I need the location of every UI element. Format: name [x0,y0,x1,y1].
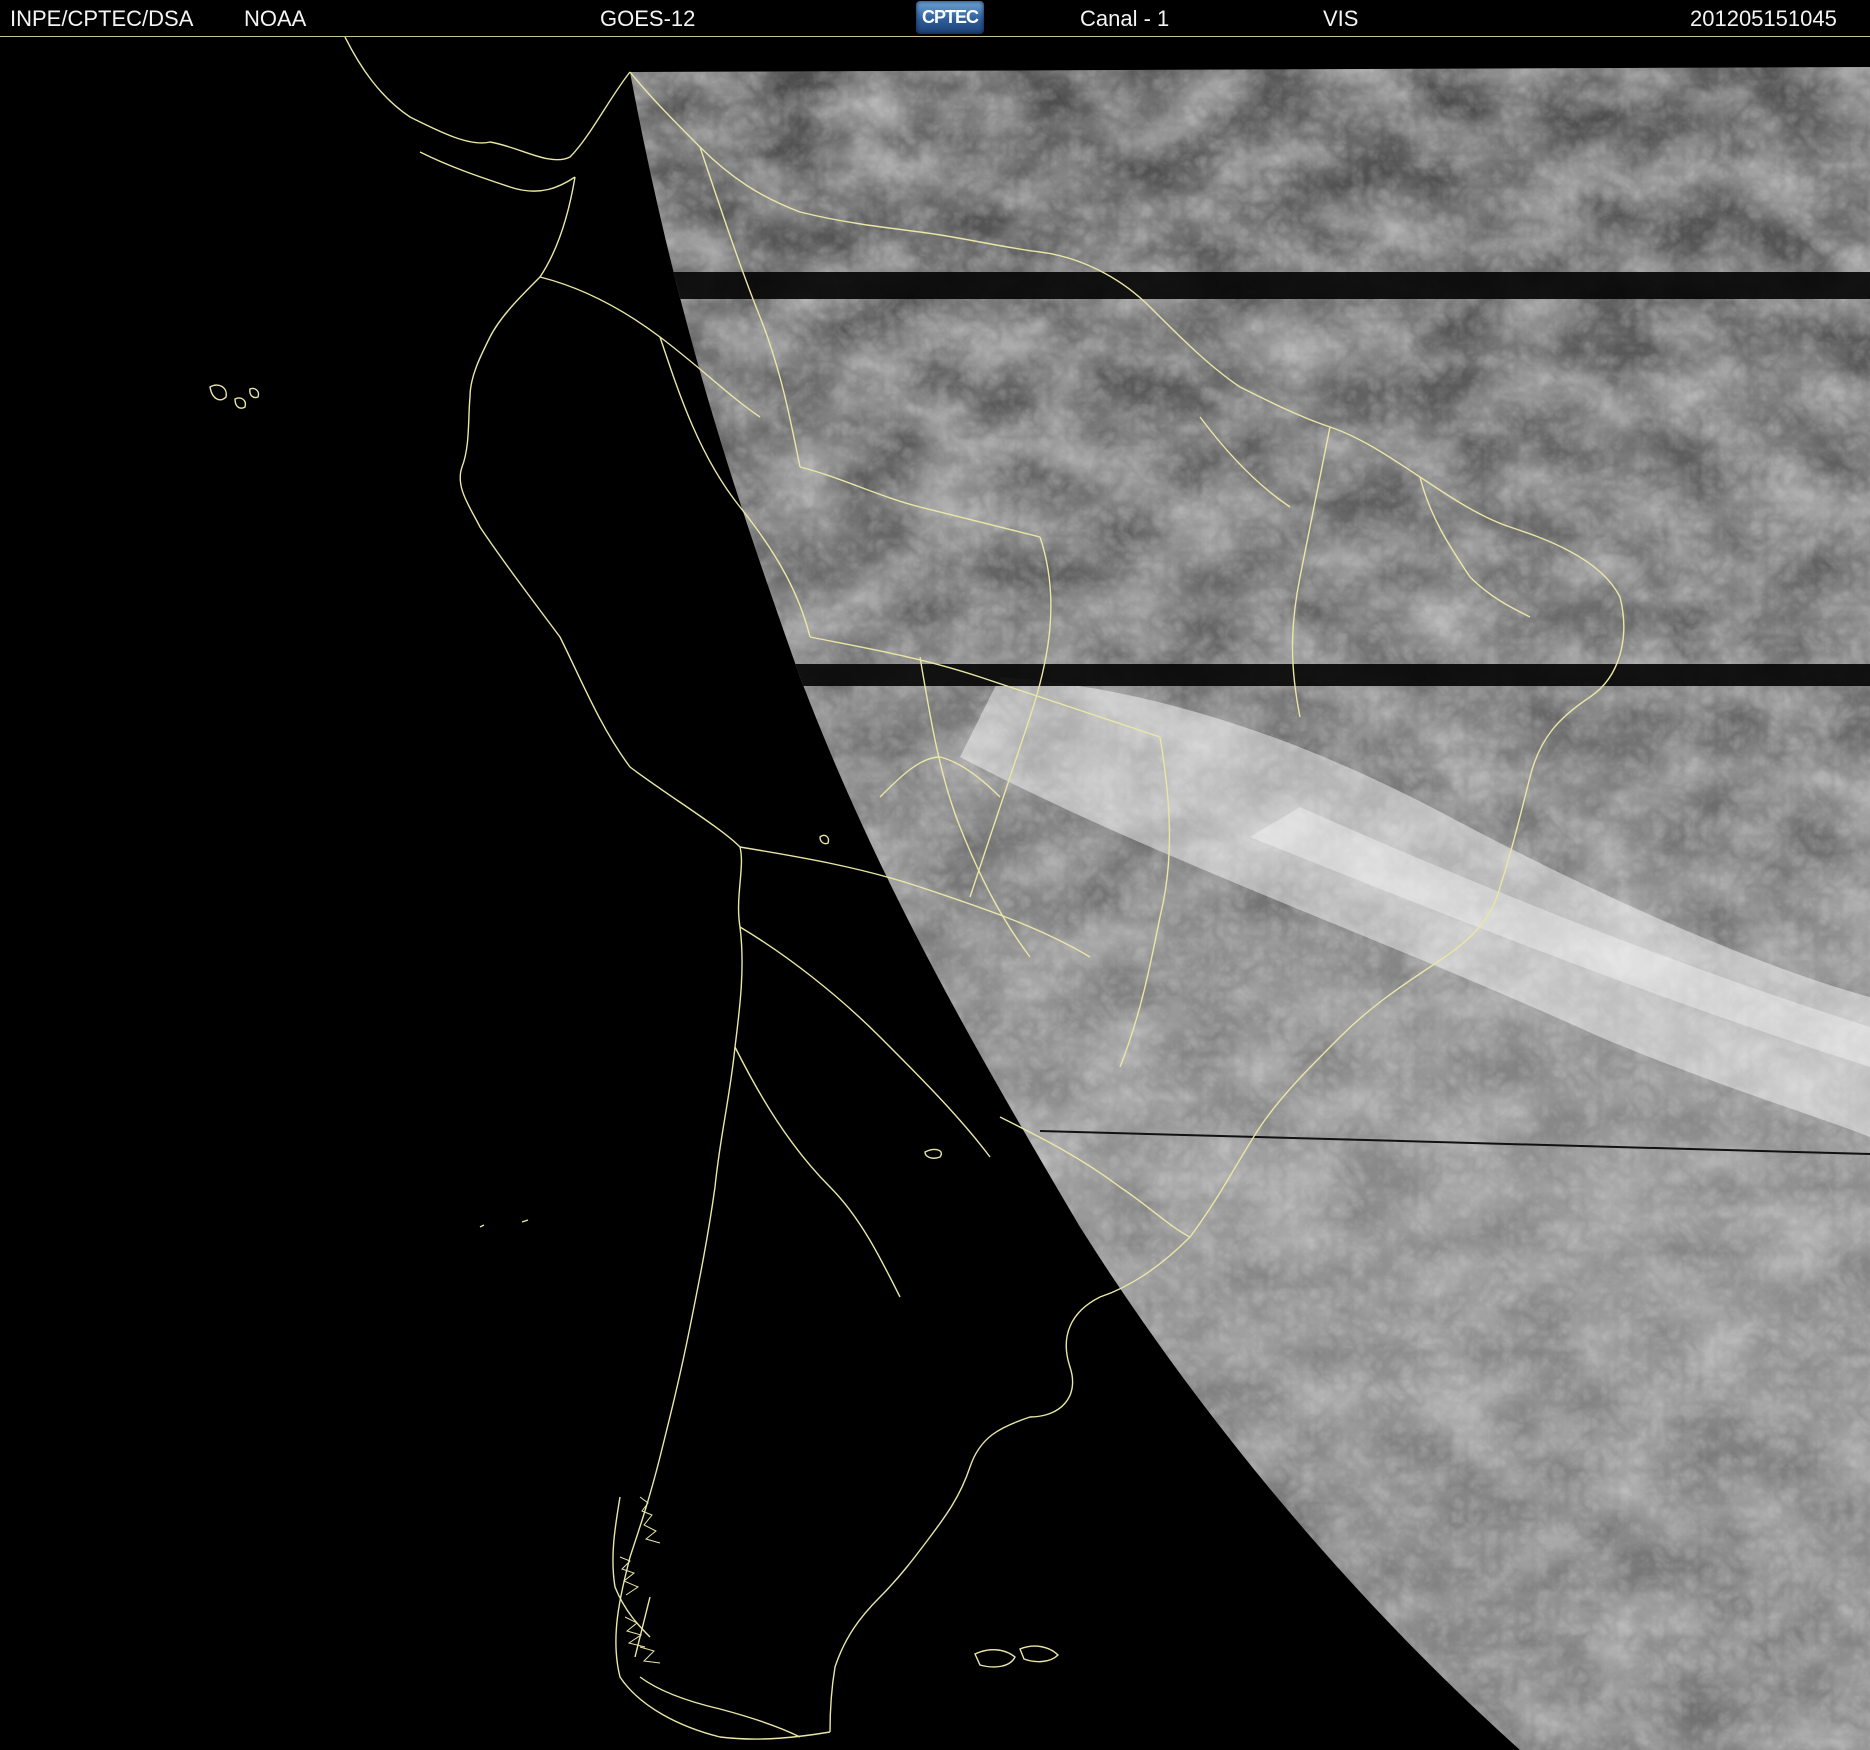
scan-gap-band [630,272,1870,299]
logo-text: CPTEC [921,7,979,27]
satellite-image [0,37,1870,1750]
header-bar: INPE/CPTEC/DSA NOAA GOES-12 CPTEC Canal … [0,0,1870,37]
timestamp-label: 201205151045 [1690,6,1837,31]
satellite-map-svg [209,37,1870,1750]
earth-disk [630,67,1870,1750]
scan-gap-band [630,664,1870,686]
band-label: VIS [1323,6,1359,31]
channel-label: Canal - 1 [1080,6,1170,31]
cptec-logo: CPTEC [916,1,984,34]
partner-label: NOAA [244,6,307,31]
agency-label: INPE/CPTEC/DSA [10,6,194,31]
satellite-label: GOES-12 [600,6,696,31]
